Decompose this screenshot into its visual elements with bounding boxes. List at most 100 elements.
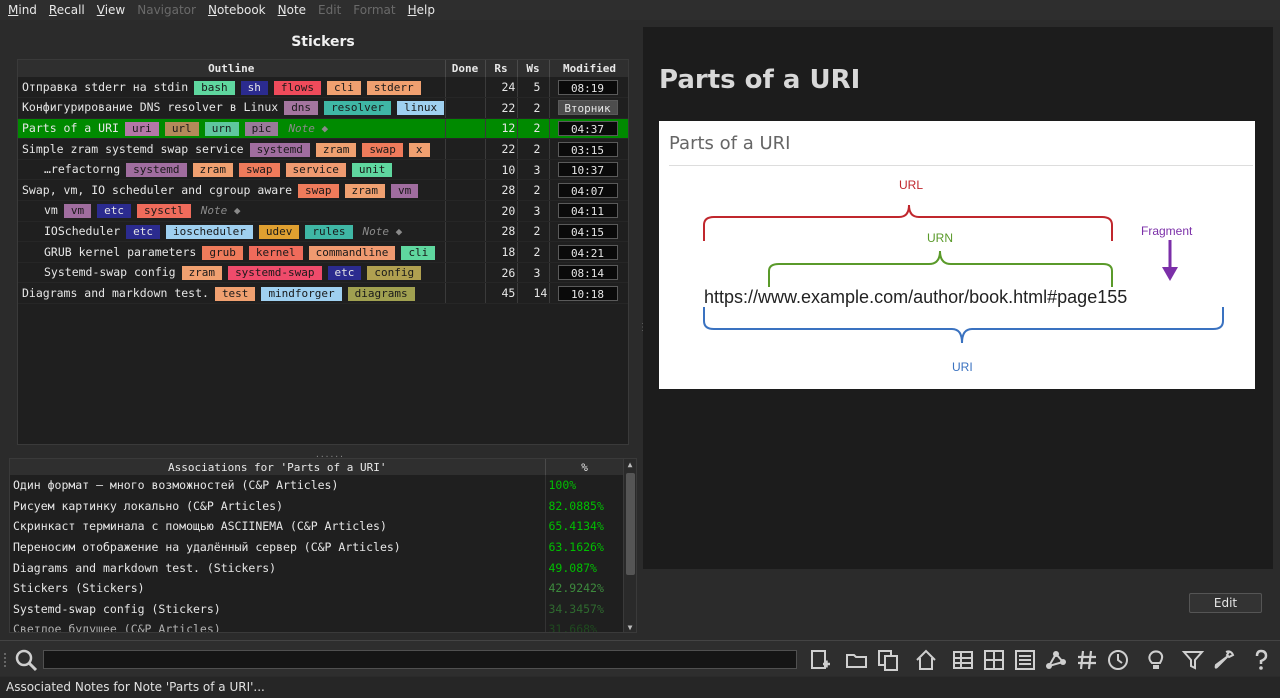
tag-badge[interactable]: stderr <box>366 80 421 95</box>
outline-cell[interactable]: IOScheduler etc ioscheduler udev rules Note ◆ <box>18 221 446 243</box>
home-icon[interactable] <box>914 648 938 672</box>
association-row[interactable]: Systemd-swap config (Stickers) 34.3457% <box>10 598 625 620</box>
column-header-associations[interactable]: Associations for 'Parts of a URI' <box>10 459 546 475</box>
help-icon[interactable] <box>1249 648 1273 672</box>
outline-cell[interactable]: Отправка stderr на stdin bash sh flows cli st… <box>18 77 446 99</box>
menu-notebook[interactable]: Notebook <box>204 3 270 17</box>
tag-badge[interactable]: grub <box>202 245 243 260</box>
tag-badge[interactable]: url <box>164 121 199 136</box>
tag-badge[interactable]: diagrams <box>347 286 415 301</box>
tag-badge[interactable]: unit <box>351 163 393 178</box>
tag-badge[interactable]: flows <box>273 80 322 95</box>
outline-cell[interactable]: Parts of a URI uri url urn pic Note ◆ <box>18 118 446 140</box>
outline-row[interactable]: Parts of a URI uri url urn pic Note ◆ 12 2 04:37 <box>18 118 628 140</box>
outline-cell[interactable]: Конфигурирование DNS resolver в Linux dns… <box>18 97 446 119</box>
association-row[interactable]: Скринкаст терминала с помощью ASCIINEMA … <box>10 516 625 537</box>
tag-badge[interactable]: uri <box>124 121 159 136</box>
tag-badge[interactable]: sh <box>240 80 268 95</box>
tag-badge[interactable]: pic <box>244 121 279 136</box>
tag-badge[interactable]: zram <box>181 266 223 281</box>
column-header-rs[interactable]: Rs <box>485 60 518 77</box>
column-header-ws[interactable]: Ws <box>517 60 550 77</box>
stacked-notes-icon[interactable] <box>876 648 900 672</box>
clock-icon[interactable] <box>1106 648 1130 672</box>
tag-badge[interactable]: rules <box>305 224 353 239</box>
table-icon[interactable] <box>951 648 975 672</box>
tag-badge[interactable]: resolver <box>324 101 392 116</box>
tag-badge[interactable]: cli <box>327 80 361 95</box>
bulb-icon[interactable] <box>1144 648 1168 672</box>
grid-icon[interactable] <box>982 648 1006 672</box>
outline-table[interactable]: Outline Done Rs Ws Modified Отправка std… <box>17 59 629 445</box>
tag-badge[interactable]: systemd <box>249 142 310 157</box>
tag-badge[interactable]: mindforger <box>261 286 342 301</box>
outline-cell[interactable]: Diagrams and markdown test. test mindforge… <box>18 282 446 305</box>
association-row[interactable]: Рисуем картинку локально (C&P Articles) 8… <box>10 495 625 517</box>
graph-icon[interactable] <box>1044 648 1068 672</box>
tag-badge[interactable]: test <box>214 286 256 301</box>
toolbar-grip[interactable] <box>4 653 8 667</box>
association-row[interactable]: Diagrams and markdown test. (Stickers) 49… <box>10 557 625 578</box>
associations-scrollbar[interactable]: ▲ ▼ <box>623 459 636 632</box>
tag-badge[interactable]: vm <box>63 204 92 219</box>
hashtag-icon[interactable] <box>1075 648 1099 672</box>
outline-cell[interactable]: vm vm etc sysctl Note ◆ <box>18 200 446 222</box>
tag-badge[interactable]: sysctl <box>136 204 191 219</box>
tag-badge[interactable]: etc <box>327 266 362 281</box>
list-icon[interactable] <box>1013 648 1037 672</box>
association-row[interactable]: Переносим отображение на удалённый серве… <box>10 536 625 558</box>
tag-badge[interactable]: service <box>285 163 346 178</box>
tag-badge[interactable]: ioscheduler <box>166 224 253 239</box>
tag-badge[interactable]: etc <box>97 204 131 219</box>
association-row[interactable]: Stickers (Stickers) 42.9242% <box>10 577 625 599</box>
menu-help[interactable]: Help <box>404 3 439 17</box>
menu-view[interactable]: View <box>93 3 129 17</box>
tag-badge[interactable]: bash <box>194 80 235 95</box>
outline-row[interactable]: Отправка stderr на stdin bash sh flows cli st… <box>18 77 628 99</box>
scroll-up-icon[interactable]: ▲ <box>624 459 636 471</box>
column-header-modified[interactable]: Modified <box>549 60 628 77</box>
tag-badge[interactable]: commandline <box>308 245 396 260</box>
outline-row[interactable]: GRUB kernel parameters grub kernel commandl… <box>18 241 628 263</box>
outline-cell[interactable]: Simple zram systemd swap service systemd z… <box>18 138 446 160</box>
search-icon[interactable] <box>14 648 38 672</box>
outline-row[interactable]: Diagrams and markdown test. test mindforge… <box>18 282 628 305</box>
outline-cell[interactable]: Systemd-swap config zram systemd-swap etc co… <box>18 262 446 284</box>
wrench-icon[interactable] <box>1212 648 1236 672</box>
association-row[interactable]: Один формат – много возможностей (C&P Ar… <box>10 475 625 496</box>
tag-badge[interactable]: swap <box>239 163 280 178</box>
menu-mind[interactable]: Mind <box>0 3 41 17</box>
column-header-done[interactable]: Done <box>445 60 486 77</box>
outline-row[interactable]: Simple zram systemd swap service systemd z… <box>18 138 628 160</box>
outline-row[interactable]: Конфигурирование DNS resolver в Linux dns… <box>18 97 628 119</box>
tag-badge[interactable]: swap <box>362 142 403 157</box>
scroll-thumb[interactable] <box>626 473 635 575</box>
tag-badge[interactable]: vm <box>391 183 419 198</box>
tag-badge[interactable]: swap <box>298 183 339 198</box>
tag-badge[interactable]: config <box>367 266 422 281</box>
outline-row[interactable]: …refactorng systemd zram swap service unit 10 3… <box>18 159 628 181</box>
outline-cell[interactable]: …refactorng systemd zram swap service unit <box>18 159 446 181</box>
outline-row[interactable]: IOScheduler etc ioscheduler udev rules Note ◆… <box>18 221 628 243</box>
tag-badge[interactable]: etc <box>126 224 161 239</box>
tag-badge[interactable]: zram <box>344 183 386 198</box>
tag-badge[interactable]: systemd <box>126 163 187 178</box>
column-header-outline[interactable]: Outline <box>18 60 446 77</box>
tag-badge[interactable]: kernel <box>248 245 303 260</box>
tag-badge[interactable]: zram <box>192 163 234 178</box>
open-folder-icon[interactable] <box>845 648 869 672</box>
column-header-percent[interactable]: % <box>545 459 625 475</box>
search-input[interactable] <box>43 650 797 669</box>
filter-icon[interactable] <box>1181 648 1205 672</box>
edit-button[interactable]: Edit <box>1189 593 1262 613</box>
tag-badge[interactable]: zram <box>315 142 357 157</box>
outline-cell[interactable]: Swap, vm, IO scheduler and cgroup aware s… <box>18 179 446 202</box>
outline-cell[interactable]: GRUB kernel parameters grub kernel commandl… <box>18 241 446 263</box>
outline-row[interactable]: Swap, vm, IO scheduler and cgroup aware s… <box>18 179 628 202</box>
association-row[interactable]: Светлое будущее (C&P Articles) 31.668% <box>10 619 625 632</box>
new-note-icon[interactable] <box>808 648 832 672</box>
menu-recall[interactable]: Recall <box>45 3 89 17</box>
outline-row[interactable]: Systemd-swap config zram systemd-swap etc co… <box>18 262 628 284</box>
tag-badge[interactable]: cli <box>401 245 436 260</box>
tag-badge[interactable]: udev <box>258 224 300 239</box>
